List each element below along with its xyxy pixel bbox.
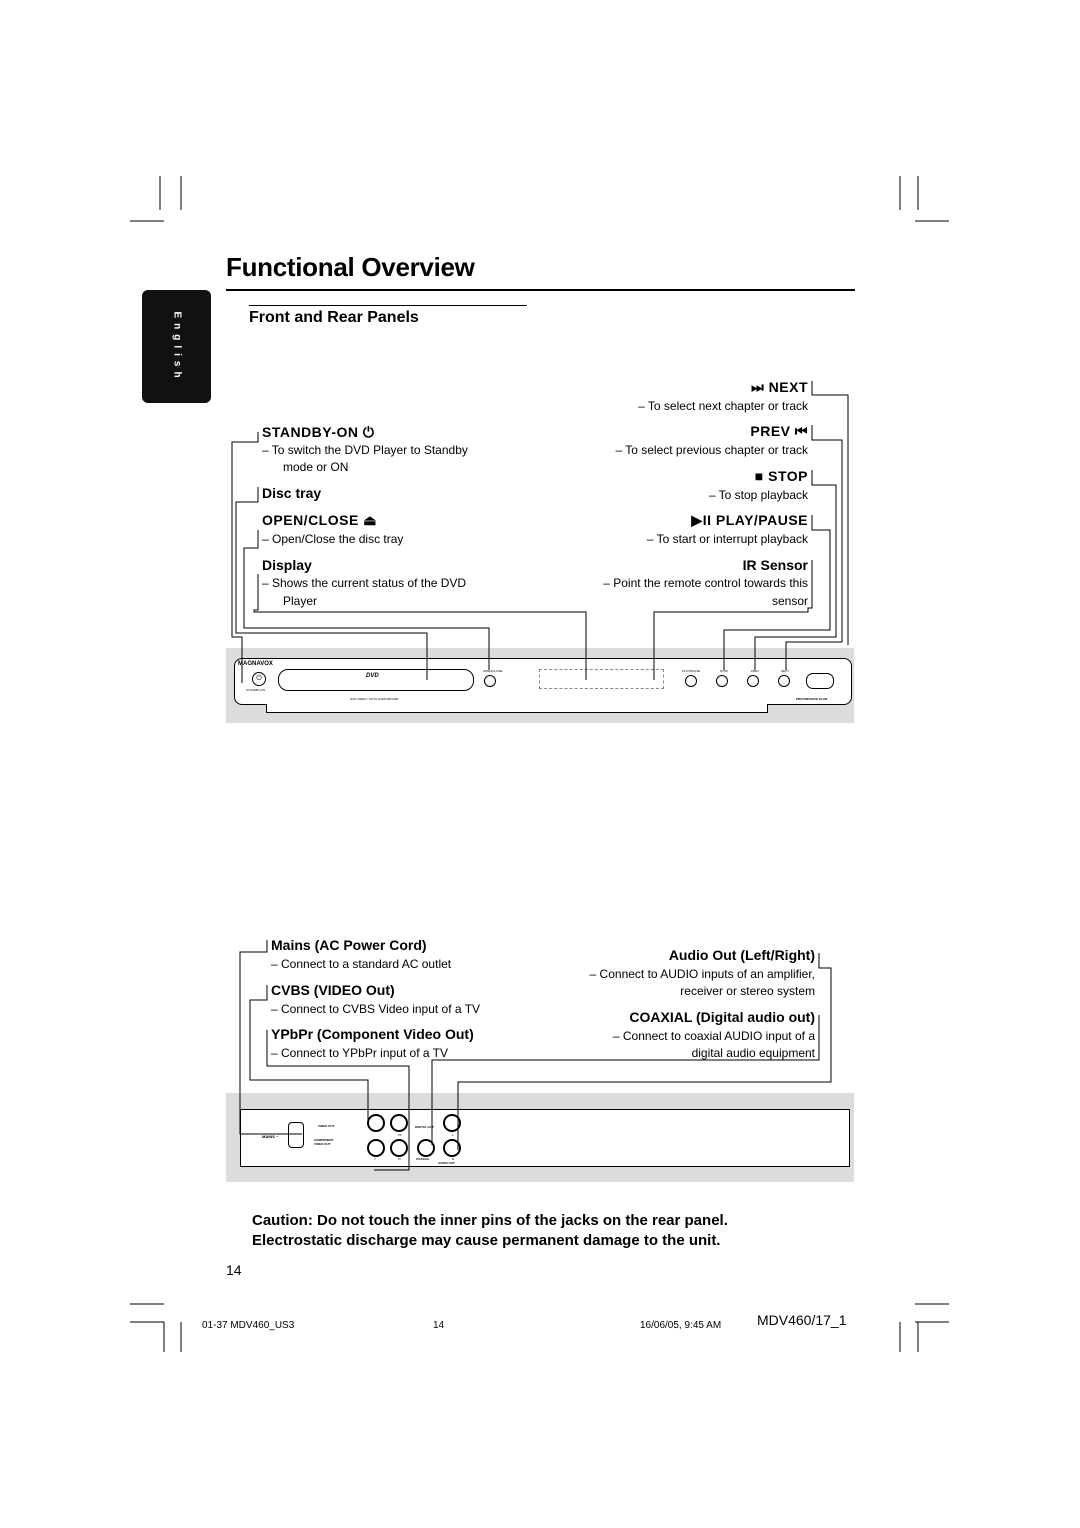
footer-model: MDV460/17_1 <box>757 1312 847 1328</box>
caution-line-1: Caution: Do not touch the inner pins of … <box>252 1212 728 1229</box>
page-number: 14 <box>226 1262 242 1278</box>
footer-date: 16/06/05, 9:45 AM <box>640 1320 722 1331</box>
footer-file: 01-37 MDV460_US3 <box>202 1320 295 1331</box>
caution-line-2: Electrostatic discharge may cause perman… <box>252 1232 721 1249</box>
footer-page: 14 <box>433 1320 445 1331</box>
leader-lines <box>231 381 849 1171</box>
